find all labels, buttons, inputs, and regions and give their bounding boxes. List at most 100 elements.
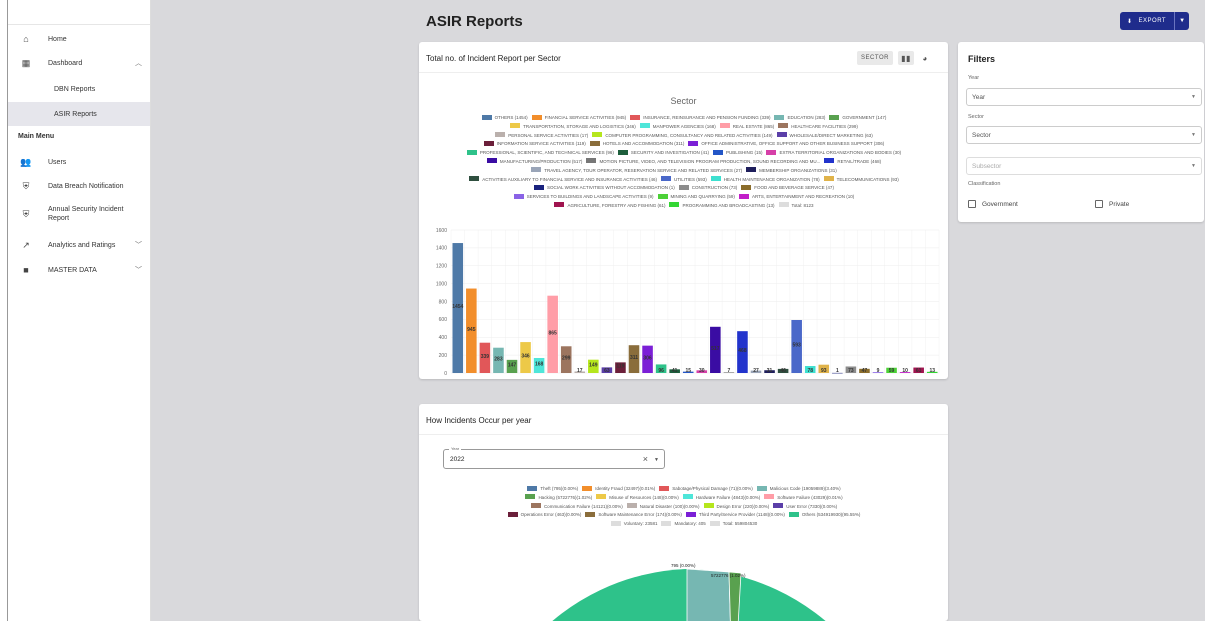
legend-item[interactable]: REAL ESTATE (865): [719, 123, 774, 132]
legend-swatch: [669, 202, 680, 208]
sidebar-item-asir-reports[interactable]: ASIR Reports: [8, 102, 150, 126]
legend-item[interactable]: Mandatory: 405: [661, 520, 706, 529]
sidebar-item-annual-report[interactable]: ⛨ Annual Security Incident Report: [8, 203, 150, 225]
legend-item[interactable]: MANPOWER AGENCIES (168): [639, 123, 716, 132]
legend-item[interactable]: FOOD AND BEVERAGE SERVICE (47): [741, 184, 834, 193]
private-checkbox[interactable]: Private: [1095, 200, 1129, 208]
legend-item[interactable]: Total: 559804530: [709, 520, 757, 529]
bar-data-label: 945: [467, 327, 476, 333]
legend-label: PROGRAMMING AND BROADCASTING (13): [682, 202, 775, 208]
bar-chart-toggle[interactable]: ▮▮: [898, 51, 914, 65]
legend-item[interactable]: PERSONAL SERVICE ACTIVITIES (17): [495, 132, 588, 141]
sidebar-item-master-data[interactable]: ■ MASTER DATA ﹀: [8, 263, 150, 277]
sidebar-item-dashboard[interactable]: ▦ Dashboard ︿: [8, 56, 150, 70]
legend-item[interactable]: WHOLESALE/DIRECT MARKETING (63): [776, 132, 873, 141]
legend-label: PERSONAL SERVICE ACTIVITIES (17): [508, 132, 589, 138]
year-select[interactable]: Year ▼: [966, 88, 1202, 106]
legend-label: User Error (7330)(0.00%): [786, 503, 838, 509]
legend-item[interactable]: HEALTH MAINTENANCE ORGANIZATION (78): [710, 176, 820, 185]
sidebar-item-dbn-reports[interactable]: DBN Reports: [8, 77, 150, 101]
legend-item[interactable]: Software Maintenance Error (174)(0.00%): [585, 511, 682, 520]
legend-swatch: [659, 485, 670, 491]
bar-data-label: 10: [902, 368, 908, 374]
legend-item[interactable]: Theft (795)(0.00%): [527, 485, 578, 494]
legend-label: Sabotage/Physical Damage (71)(0.00%): [672, 486, 753, 491]
legend-item[interactable]: GOVERNMENT (147): [829, 114, 886, 123]
legend-item[interactable]: PROFESSIONAL, SCIENTIFIC, AND TECHNICAL …: [466, 149, 614, 158]
legend-item[interactable]: OFFICE ADMINISTRATIVE, OFFICE SUPPORT AN…: [688, 140, 884, 149]
legend-item[interactable]: Misuse of Resources (148)(0.00%): [596, 494, 679, 503]
bar-data-label: 46: [780, 368, 786, 374]
sidebar-item-users[interactable]: 👥 Users: [8, 155, 150, 169]
sidebar-top: [8, 0, 150, 25]
legend-item[interactable]: Identity Fraud (32497)(0.01%): [582, 485, 655, 494]
legend-item[interactable]: TRAVEL AGENCY, TOUR OPERATOR, RESERVATIO…: [531, 167, 742, 176]
legend-item[interactable]: MINING AND QUARRYING (59): [657, 193, 735, 202]
legend-item[interactable]: Design Error (220)(0.00%): [703, 503, 769, 512]
sector-select[interactable]: Sector ▼: [966, 126, 1202, 144]
sector-chart-card: Total no. of Incident Report per Sector …: [419, 42, 948, 379]
users-icon: 👥: [20, 156, 32, 167]
government-checkbox[interactable]: Government: [968, 200, 1018, 208]
incident-year-select[interactable]: Year 2022 × ▼: [443, 446, 665, 469]
bar-data-label: 517: [711, 346, 720, 352]
caret-down-icon[interactable]: ▼: [654, 457, 659, 463]
legend-item[interactable]: ACTIVITIES AUXILIARY TO FINANCIAL SERVIC…: [469, 176, 657, 185]
legend-item[interactable]: COMPUTER PROGRAMMING, CONSULTANCY AND RE…: [592, 132, 773, 141]
legend-item[interactable]: Total: 8123: [778, 202, 814, 211]
legend-row: Hacking (5722776)(1.02%) Misuse of Resour…: [422, 494, 946, 503]
legend-item[interactable]: EXTRA TERRITORIAL ORGANIZATIONS AND BODI…: [766, 149, 901, 158]
legend-swatch: [531, 167, 542, 173]
legend-item[interactable]: MANUFACTURING/PRODUCTION (517): [486, 158, 582, 167]
legend-item[interactable]: MOTION PICTURE, VIDEO, AND TELEVISION PR…: [586, 158, 820, 167]
bar-chart-icon: ▮▮: [901, 53, 911, 63]
legend-item[interactable]: TELECOMMUNICATIONS (93): [823, 176, 899, 185]
legend-item[interactable]: User Error (7330)(0.00%): [773, 503, 837, 512]
legend-item[interactable]: HOTELS AND ACCOMMODATION (311): [589, 140, 684, 149]
subsector-select[interactable]: Subsector ▼: [966, 157, 1202, 175]
legend-item[interactable]: Others (534919930)(95.55%): [788, 511, 860, 520]
year-label: Year: [968, 75, 980, 81]
legend-item[interactable]: CONSTRUCTION (73): [678, 184, 737, 193]
legend-item[interactable]: Operations Error (463)(0.00%): [507, 511, 581, 520]
export-button[interactable]: ⬇ EXPORT ▼: [1120, 12, 1190, 30]
export-menu-button[interactable]: ▼: [1174, 12, 1189, 30]
legend-item[interactable]: Hacking (5722776)(1.02%): [525, 494, 592, 503]
legend-label: EXTRA TERRITORIAL ORGANIZATIONS AND BODI…: [779, 150, 902, 156]
sector-toggle-button[interactable]: SECTOR: [857, 51, 893, 65]
legend-row: ACTIVITIES AUXILIARY TO FINANCIAL SERVIC…: [422, 176, 946, 185]
legend-item[interactable]: UTILITIES (593): [660, 176, 707, 185]
legend-item[interactable]: PUBLISHING (15): [712, 149, 762, 158]
legend-item[interactable]: SERVICES TO BUILDINGS AND LANDSCAPE ACTI…: [513, 193, 654, 202]
y-tick-label: 1600: [436, 228, 447, 234]
legend-item[interactable]: AGRICULTURE, FORESTRY AND FISHING (61): [554, 202, 665, 211]
legend-item[interactable]: ARTS, ENTERTAINMENT AND RECREATION (10): [738, 193, 854, 202]
legend-item[interactable]: Voluntary: 23581: [610, 520, 657, 529]
legend-item[interactable]: INSURANCE, REINSURANCE AND PENSION FUNDI…: [630, 114, 770, 123]
legend-item[interactable]: MEMBERSHIP ORGANIZATIONS (31): [746, 167, 837, 176]
legend-item[interactable]: SECURITY AND INVESTIGATION (41): [617, 149, 709, 158]
legend-item[interactable]: RETAIL/TRADE (468): [824, 158, 881, 167]
legend-item[interactable]: Third Party/Service Provider (1148)(0.00…: [685, 511, 785, 520]
legend-item[interactable]: FINANCIAL SERVICE ACTIVITIES (945): [531, 114, 626, 123]
sidebar-item-data-breach[interactable]: ⛨ Data Breach Notification: [8, 179, 150, 193]
legend-item[interactable]: Malicious Code (19059889)(3.40%): [756, 485, 841, 494]
legend-item[interactable]: SOCIAL WORK ACTIVITIES WITHOUT ACCOMMODA…: [534, 184, 675, 193]
legend-item[interactable]: EDUCATION (283): [774, 114, 825, 123]
legend-item[interactable]: Communication Failure (14121)(0.00%): [530, 503, 623, 512]
legend-item[interactable]: Natural Disaster (100)(0.00%): [626, 503, 700, 512]
legend-item[interactable]: INFORMATION SERVICE ACTIVITIES (119): [483, 140, 586, 149]
sidebar-item-home[interactable]: ⌂ Home: [8, 32, 150, 46]
pie-chart-toggle[interactable]: ◕: [917, 51, 933, 65]
clear-icon[interactable]: ×: [643, 454, 648, 464]
legend-swatch: [660, 176, 671, 182]
legend-item[interactable]: OTHERS (1454): [481, 114, 528, 123]
legend-item[interactable]: Sabotage/Physical Damage (71)(0.00%): [659, 485, 753, 494]
legend-item[interactable]: HEALTHCARE FACILITIES (299): [778, 123, 858, 132]
sidebar-item-analytics[interactable]: ↗ Analytics and Ratings ﹀: [8, 238, 150, 252]
legend-item[interactable]: Software Failure (43029)(0.01%): [764, 494, 843, 503]
legend-item[interactable]: Hardware Failure (4843)(0.00%): [682, 494, 760, 503]
legend-item[interactable]: PROGRAMMING AND BROADCASTING (13): [669, 202, 775, 211]
legend-item[interactable]: TRANSPORTATION, STORAGE AND LOGISTICS (3…: [510, 123, 636, 132]
legend-label: SECURITY AND INVESTIGATION (41): [630, 150, 709, 156]
